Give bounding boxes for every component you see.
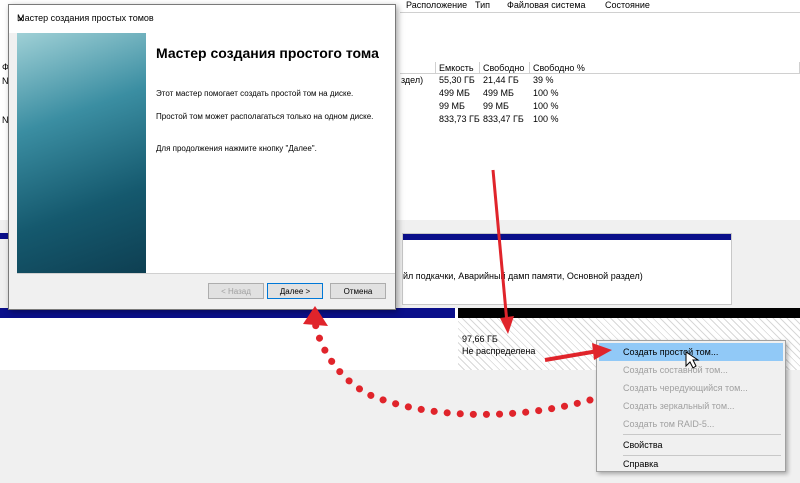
volume-block[interactable]: йл подкачки, Аварийный дамп памяти, Осно… <box>402 233 732 305</box>
menu-separator <box>623 434 781 435</box>
cell-free: 833,47 ГБ <box>483 114 524 124</box>
volume-description: йл подкачки, Аварийный дамп памяти, Осно… <box>403 271 643 281</box>
wizard-text: Этот мастер помогает создать простой том… <box>156 89 354 98</box>
col-free-pct[interactable]: Свободно % <box>530 62 800 74</box>
volume-bar <box>403 234 731 240</box>
cell-pct: 100 % <box>533 114 559 124</box>
cell-free: 21,44 ГБ <box>483 75 519 85</box>
cancel-button[interactable]: Отмена <box>330 283 386 299</box>
wizard-text: Для продолжения нажмите кнопку "Далее". <box>156 144 317 153</box>
next-button[interactable]: Далее > <box>267 283 323 299</box>
unallocated-size: 97,66 ГБ <box>462 334 498 344</box>
menu-item-create-spanned[interactable]: Создать составной том... <box>599 361 783 379</box>
wizard-text: Простой том может располагаться только н… <box>156 112 374 121</box>
unallocated-label: Не распределена <box>462 346 536 356</box>
menu-item-create-raid5[interactable]: Создать том RAID-5... <box>599 415 783 433</box>
menu-item-create-striped[interactable]: Создать чередующийся том... <box>599 379 783 397</box>
cell-pct: 100 % <box>533 88 559 98</box>
menu-item-properties[interactable]: Свойства <box>599 436 783 454</box>
wizard-banner-image <box>17 33 146 273</box>
wizard-heading: Мастер создания простого тома <box>156 45 379 61</box>
context-menu: Создать простой том... Создать составной… <box>596 340 786 472</box>
wizard-body: Мастер создания простого тома Этот масте… <box>17 33 395 273</box>
menu-item-create-mirrored[interactable]: Создать зеркальный том... <box>599 397 783 415</box>
col-type[interactable]: Тип <box>475 0 490 10</box>
cell-pct: 100 % <box>533 101 559 111</box>
col-header-blank <box>400 62 436 74</box>
menu-item-create-simple[interactable]: Создать простой том... <box>599 343 783 361</box>
close-icon[interactable]: ✕ <box>17 13 387 26</box>
col-location[interactable]: Расположение <box>406 0 467 10</box>
wizard-titlebar[interactable]: Мастер создания простых томов ✕ <box>9 5 395 33</box>
col-filesystem[interactable]: Файловая система <box>507 0 586 10</box>
cell-capacity: 833,73 ГБ <box>439 114 480 124</box>
cell-capacity: 99 МБ <box>439 101 465 111</box>
divider <box>17 273 395 274</box>
menu-item-help[interactable]: Справка <box>599 455 783 473</box>
unallocated-bar <box>458 308 800 318</box>
col-status[interactable]: Состояние <box>605 0 650 10</box>
top-header-row: Расположение Тип Файловая система Состоя… <box>400 0 800 13</box>
wizard-dialog: Мастер создания простых томов ✕ Мастер с… <box>8 4 396 310</box>
col-capacity[interactable]: Емкость <box>436 62 480 74</box>
cell-free: 499 МБ <box>483 88 514 98</box>
cell-free: 99 МБ <box>483 101 509 111</box>
col-free[interactable]: Свободно <box>480 62 530 74</box>
back-button[interactable]: < Назад <box>208 283 264 299</box>
row-prefix: здел) <box>401 75 424 85</box>
cell-capacity: 499 МБ <box>439 88 470 98</box>
cell-capacity: 55,30 ГБ <box>439 75 475 85</box>
cell-pct: 39 % <box>533 75 554 85</box>
